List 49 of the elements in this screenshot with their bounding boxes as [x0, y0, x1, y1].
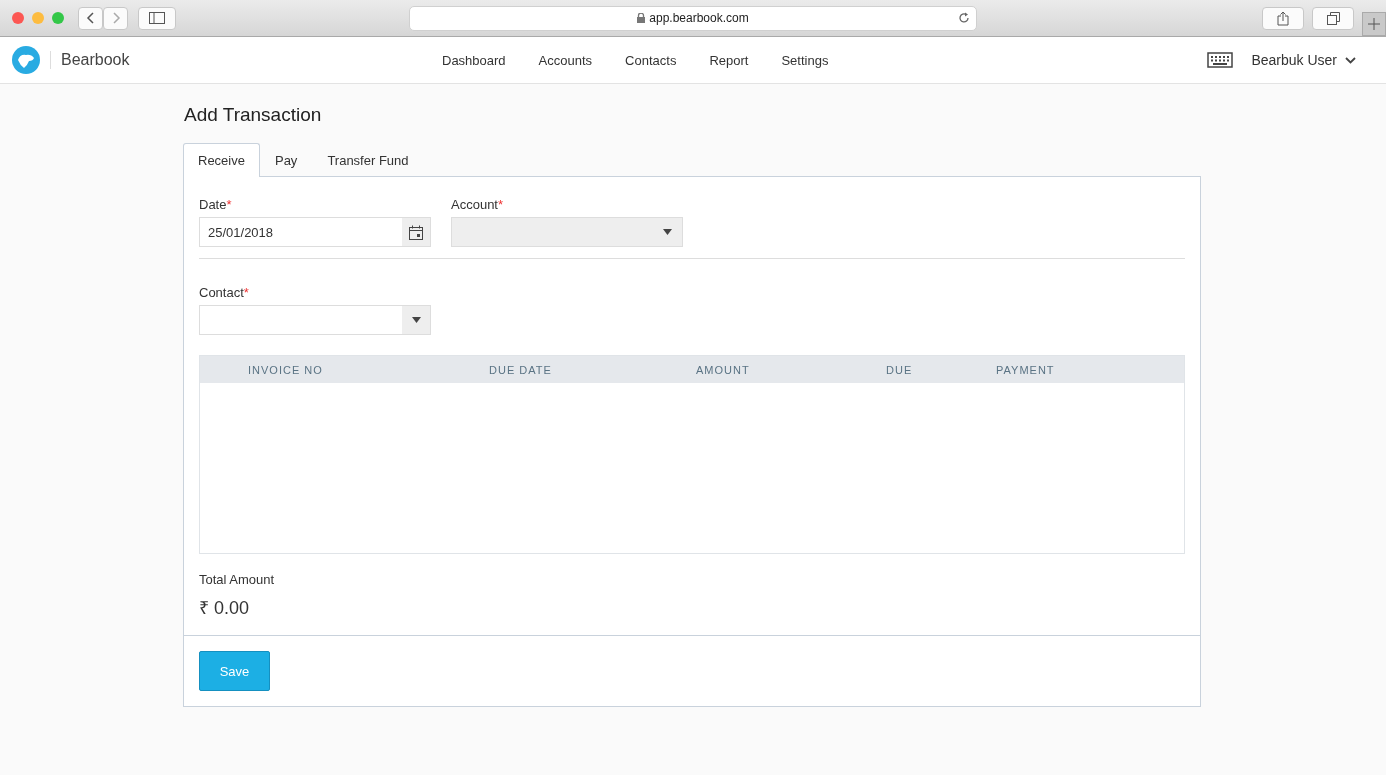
column-header: DUE DATE — [489, 363, 553, 376]
total-amount: ₹ 0.00 — [199, 597, 251, 619]
required-mark: * — [226, 197, 232, 212]
column-header: PAYMENT — [996, 363, 1056, 376]
sidebar-button[interactable] — [138, 6, 176, 30]
tabs-icon — [1326, 11, 1340, 25]
chevron-down-icon — [1345, 56, 1356, 64]
required-mark: * — [498, 197, 504, 212]
caret-icon — [411, 317, 421, 323]
column-header: DUE — [886, 363, 914, 376]
contact-dropdown[interactable] — [199, 305, 431, 335]
plus-icon — [1368, 18, 1380, 30]
field-label: Contact — [199, 285, 244, 300]
column-header: AMOUNT — [696, 363, 751, 376]
tab[interactable]: Pay — [259, 143, 313, 177]
page-title: Add Transaction — [184, 104, 323, 126]
share-button[interactable] — [1262, 6, 1304, 30]
url-text: app.bearbook.com — [649, 11, 749, 25]
user-menu-button[interactable]: Bearbuk User — [1251, 52, 1356, 68]
field-label: Date — [199, 197, 227, 212]
total-label: Total Amount — [199, 572, 276, 587]
lock-icon — [637, 13, 646, 23]
app-name: Bearbook — [61, 51, 130, 69]
maximize-icon[interactable] — [52, 12, 64, 24]
caret-icon — [663, 229, 672, 235]
bear-logo-icon — [12, 46, 40, 74]
reload-icon[interactable] — [958, 11, 970, 24]
back-icon — [85, 11, 96, 25]
new-tab-button[interactable] — [1362, 12, 1386, 36]
close-icon[interactable] — [12, 12, 24, 24]
minimize-icon[interactable] — [32, 12, 44, 24]
keyboard-icon[interactable] — [1207, 52, 1234, 68]
tab[interactable]: Receive — [183, 143, 260, 177]
column-header: INVOICE NO — [248, 363, 324, 376]
nav-link[interactable]: Contacts — [625, 52, 677, 68]
sidebar-icon — [149, 12, 165, 24]
nav-link[interactable]: Report — [709, 52, 749, 68]
tab[interactable]: Transfer Fund — [312, 143, 424, 177]
nav-link[interactable]: Settings — [781, 52, 829, 68]
address-bar[interactable]: app.bearbook.com — [409, 5, 977, 31]
field-label: Account — [451, 197, 498, 212]
back-button[interactable] — [78, 6, 103, 30]
share-icon — [1277, 10, 1289, 26]
tabs-button[interactable] — [1312, 6, 1354, 30]
forward-icon — [110, 11, 121, 25]
forward-button[interactable] — [103, 6, 128, 30]
required-mark: * — [243, 285, 249, 300]
nav-link[interactable]: Dashboard — [442, 52, 506, 68]
nav-link[interactable]: Accounts — [538, 52, 593, 68]
